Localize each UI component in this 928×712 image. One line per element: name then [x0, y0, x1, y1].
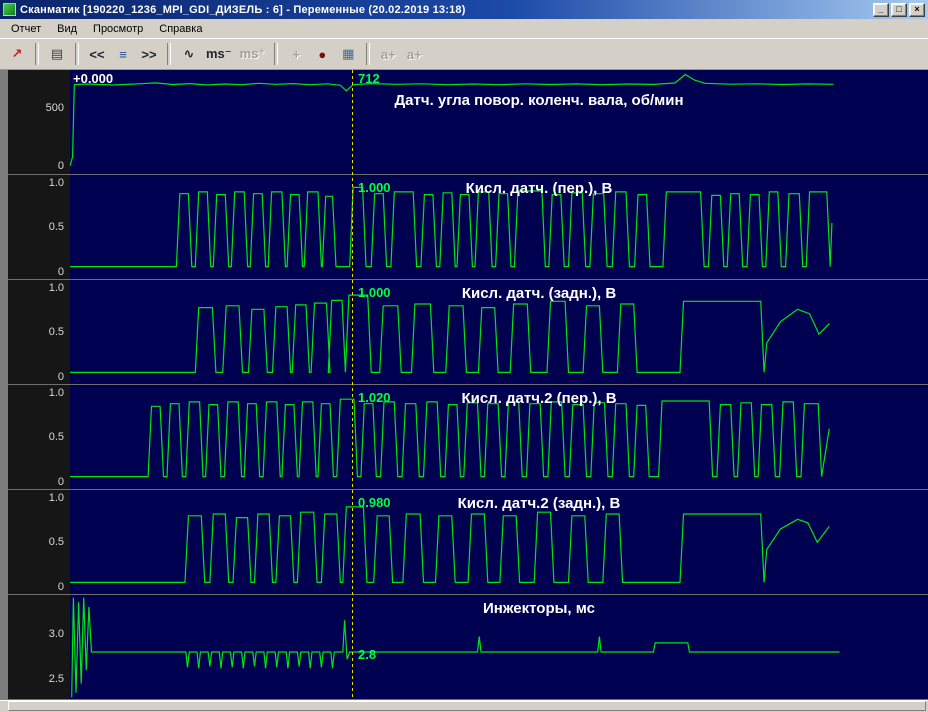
cursor-value-label: 712: [358, 71, 380, 86]
app-window: Сканматик [190220_1236_MPI_GDI_ДИЗЕЛЬ : …: [0, 0, 928, 712]
axis-tick-label: 2.5: [49, 673, 64, 685]
close-button[interactable]: ×: [909, 3, 925, 17]
horizontal-scrollbar-thumb[interactable]: [8, 701, 926, 711]
axis-tick-label: 1.0: [49, 492, 64, 504]
waveform-trace: [70, 280, 928, 384]
plot-area: Кисл. датч. (задн.), В1.000: [70, 280, 928, 384]
chart-panel-o2-rear: 1.0 0.5 0 Кисл. датч. (задн.), В1.000: [8, 280, 928, 385]
signal-list-button[interactable]: ≡: [111, 43, 135, 66]
report-button[interactable]: ▤: [45, 43, 69, 66]
waveform-trace: [70, 385, 928, 489]
arrow-up-button[interactable]: ↗: [5, 43, 29, 66]
toolbar-separator: [35, 43, 39, 65]
axis-tick-label: 1.0: [49, 177, 64, 189]
horizontal-scrollbar[interactable]: [0, 700, 928, 712]
axis-tick-label: 0.5: [49, 536, 64, 548]
prev-page-button[interactable]: <<: [85, 43, 109, 66]
plot-area: Инжекторы, мс2.8: [70, 595, 928, 699]
cursor-value-label: 2.8: [358, 647, 376, 662]
waveform-trace: [70, 175, 928, 279]
maximize-button[interactable]: □: [891, 3, 907, 17]
chart-panel-o2-2-front: 1.0 0.5 0 Кисл. датч.2 (пер.), В1.020: [8, 385, 928, 490]
waveform-trace: [70, 595, 928, 699]
menu-otchet[interactable]: Отчет: [3, 21, 49, 37]
axis-gutter: 3.0 2.5: [8, 595, 70, 699]
next-page-button[interactable]: >>: [137, 43, 161, 66]
plot-area: Кисл. датч.2 (задн.), В0.980: [70, 490, 928, 594]
axis-tick-label: 0.5: [49, 431, 64, 443]
toolbar-separator: [274, 43, 278, 65]
record-button[interactable]: ●: [310, 43, 334, 66]
menu-spravka[interactable]: Справка: [151, 21, 210, 37]
window-controls: _ □ ×: [873, 3, 925, 17]
chart-panel-o2-2-rear: 1.0 0.5 0 Кисл. датч.2 (задн.), В0.980: [8, 490, 928, 595]
axis-tick-label: 0: [58, 581, 64, 593]
cursor-line[interactable]: [352, 70, 353, 700]
window-left-edge: [0, 70, 8, 700]
chart-panel-crankshaft: 500 0 Датч. угла повор. коленч. вала, об/м…: [8, 70, 928, 175]
font-smaller-button[interactable]: a+: [376, 43, 400, 66]
zoom-plus-button[interactable]: +: [284, 43, 308, 66]
axis-tick-label: 0: [58, 160, 64, 172]
titlebar[interactable]: Сканматик [190220_1236_MPI_GDI_ДИЗЕЛЬ : …: [0, 0, 928, 19]
toolbar-separator: [75, 43, 79, 65]
waveform-trace: [70, 70, 928, 174]
axis-tick-label: 3.0: [49, 628, 64, 640]
axis-tick-label: 1.0: [49, 282, 64, 294]
window-title: Сканматик [190220_1236_MPI_GDI_ДИЗЕЛЬ : …: [20, 4, 869, 16]
toolbar: ↗ ▤ <<≡>> ∿ms⁻ms⁺ +●▦ a+a+: [0, 38, 928, 70]
axis-tick-label: 500: [46, 102, 64, 114]
menubar: ОтчетВидПросмотрСправка: [0, 19, 928, 39]
toolbar-separator: [167, 43, 171, 65]
cursor-value-label: 1.000: [358, 285, 391, 300]
axis-gutter: 1.0 0.5 0: [8, 280, 70, 384]
chart-panel-injectors: 3.0 2.5 Инжекторы, мс2.8: [8, 595, 928, 700]
cursor-value-label: 0.980: [358, 495, 391, 510]
waveform-trace: [70, 490, 928, 594]
cursor-value-label: 1.000: [358, 180, 391, 195]
axis-gutter: 1.0 0.5 0: [8, 175, 70, 279]
axis-tick-label: 0: [58, 371, 64, 383]
waveform-button[interactable]: ∿: [177, 43, 201, 66]
axis-tick-label: 1.0: [49, 387, 64, 399]
axis-gutter: 1.0 0.5 0: [8, 385, 70, 489]
axis-gutter: 500 0: [8, 70, 70, 174]
cursor-value-label: 1.020: [358, 390, 391, 405]
minimize-button[interactable]: _: [873, 3, 889, 17]
chart-area: 500 0 Датч. угла повор. коленч. вала, об/м…: [0, 70, 928, 700]
axis-tick-label: 0: [58, 476, 64, 488]
axis-tick-label: 0.5: [49, 326, 64, 338]
menu-prosmotr[interactable]: Просмотр: [85, 21, 151, 37]
axis-gutter: 1.0 0.5 0: [8, 490, 70, 594]
font-larger-button[interactable]: a+: [402, 43, 426, 66]
chart-image-button[interactable]: ▦: [336, 43, 360, 66]
ms-decrease-button[interactable]: ms⁻: [203, 43, 235, 66]
axis-tick-label: 0.5: [49, 221, 64, 233]
axis-tick-label: 0: [58, 266, 64, 278]
plot-area: Кисл. датч. (пер.), В1.000: [70, 175, 928, 279]
toolbar-separator: [366, 43, 370, 65]
app-icon: [3, 3, 16, 16]
ms-increase-button[interactable]: ms⁺: [237, 43, 269, 66]
chart-panel-o2-front: 1.0 0.5 0 Кисл. датч. (пер.), В1.000: [8, 175, 928, 280]
plot-area: Датч. угла повор. коленч. вала, об/мин71…: [70, 70, 928, 174]
plot-area: Кисл. датч.2 (пер.), В1.020: [70, 385, 928, 489]
offset-label: +0.000: [73, 71, 113, 86]
menu-vid[interactable]: Вид: [49, 21, 85, 37]
